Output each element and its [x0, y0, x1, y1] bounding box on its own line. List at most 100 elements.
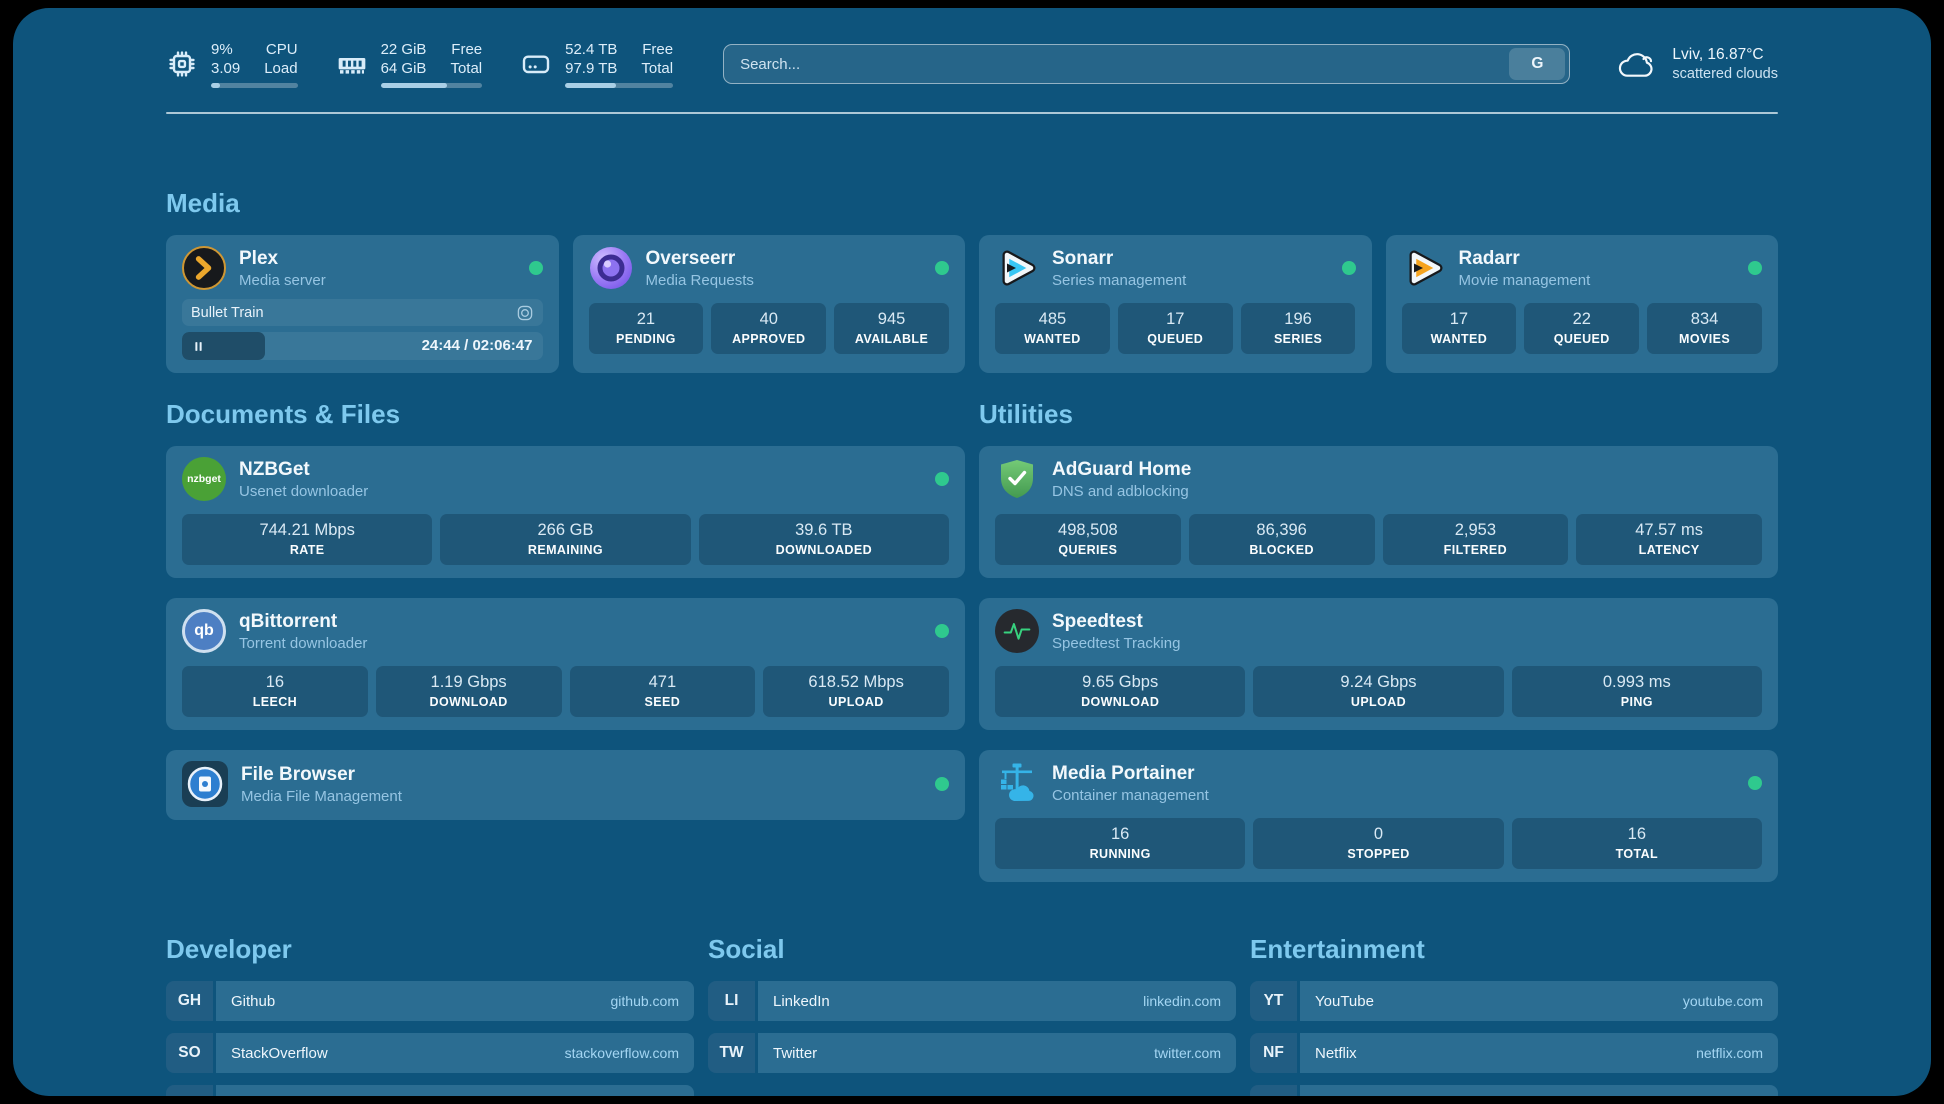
portainer-icon — [995, 761, 1039, 805]
storage-free-value: 52.4 TB — [565, 40, 617, 59]
service-card-nzbget[interactable]: nzbget NZBGet Usenet downloader 744.21 M… — [166, 446, 965, 578]
bookmark-abbr: TW — [708, 1033, 755, 1073]
stat-box: 618.52 MbpsUPLOAD — [763, 666, 949, 717]
now-playing-title: Bullet Train — [191, 305, 264, 321]
storage-free-label: Free — [641, 40, 673, 59]
stat-box: 86,396BLOCKED — [1189, 514, 1375, 565]
stat-box: 40APPROVED — [711, 303, 826, 354]
bookmark-youtube[interactable]: YT YouTubeyoutube.com — [1250, 981, 1778, 1021]
playback-progress-bar[interactable]: 24:44 / 02:06:47 — [182, 332, 543, 360]
speedtest-icon — [995, 609, 1039, 653]
status-dot — [1748, 776, 1762, 790]
stat-box: 21PENDING — [589, 303, 704, 354]
bookmark-netflix[interactable]: NF Netflixnetflix.com — [1250, 1033, 1778, 1073]
bookmark-dev[interactable]: DT DEVdev.to — [166, 1085, 694, 1096]
service-name: NZBGet — [239, 458, 368, 481]
bookmark-name: LinkedIn — [773, 993, 830, 1010]
service-name: Plex — [239, 247, 326, 270]
service-desc: Media File Management — [241, 787, 402, 806]
bookmark-domain: twitter.com — [1154, 1045, 1221, 1061]
status-dot — [935, 261, 949, 275]
bookmark-domain: netflix.com — [1696, 1045, 1763, 1061]
status-dot — [935, 777, 949, 791]
service-card-qbittorrent[interactable]: qb qBittorrent Torrent downloader 16LEEC… — [166, 598, 965, 730]
stat-box: 16TOTAL — [1512, 818, 1762, 869]
service-name: qBittorrent — [239, 610, 367, 633]
search-provider-button[interactable]: G — [1509, 48, 1565, 80]
section-utilities: Utilities AdGuard Home DNS and adblockin… — [979, 399, 1778, 882]
stat-box: 16LEECH — [182, 666, 368, 717]
service-card-adguard[interactable]: AdGuard Home DNS and adblocking 498,508Q… — [979, 446, 1778, 578]
bookmark-github[interactable]: GH Githubgithub.com — [166, 981, 694, 1021]
now-playing-widget: Bullet Train 24:44 / 02:06:47 — [182, 299, 543, 360]
bookmark-stackoverflow[interactable]: SO StackOverflowstackoverflow.com — [166, 1033, 694, 1073]
nzbget-icon: nzbget — [182, 457, 226, 501]
service-card-portainer[interactable]: Media Portainer Container management 16R… — [979, 750, 1778, 882]
service-card-sonarr[interactable]: Sonarr Series management 485WANTED 17QUE… — [979, 235, 1372, 373]
storage-widget: 52.4 TB 97.9 TB Free Total — [520, 40, 673, 88]
stat-box: 17WANTED — [1402, 303, 1517, 354]
stat-box: 9.65 GbpsDOWNLOAD — [995, 666, 1245, 717]
service-desc: Movie management — [1459, 271, 1591, 290]
stat-box: 0.993 msPING — [1512, 666, 1762, 717]
bookmarks-social: Social LI LinkedIn linkedin.com TW Twitte… — [708, 934, 1236, 1096]
memory-icon — [336, 48, 368, 80]
bookmarks-entertainment: Entertainment YT YouTubeyoutube.com NF N… — [1250, 934, 1778, 1096]
service-name: Speedtest — [1052, 610, 1180, 633]
qbittorrent-icon: qb — [182, 609, 226, 653]
service-card-speedtest[interactable]: Speedtest Speedtest Tracking 9.65 GbpsDO… — [979, 598, 1778, 730]
cpu-widget: 9% 3.09 CPU Load — [166, 40, 298, 88]
weather-widget: Lviv, 16.87°C scattered clouds — [1614, 44, 1778, 84]
section-title-social: Social — [708, 934, 1236, 965]
bookmark-linkedin[interactable]: LI LinkedIn linkedin.com — [708, 981, 1236, 1021]
resource-widgets: 9% 3.09 CPU Load — [166, 40, 673, 88]
stat-box: 9.24 GbpsUPLOAD — [1253, 666, 1503, 717]
section-documents: Documents & Files nzbget NZBGet Usenet d… — [166, 399, 965, 820]
stat-box: 47.57 msLATENCY — [1576, 514, 1762, 565]
status-dot — [935, 624, 949, 638]
disk-icon — [520, 48, 552, 80]
service-desc: Media server — [239, 271, 326, 290]
service-desc: Container management — [1052, 786, 1209, 805]
status-dot — [1342, 261, 1356, 275]
bookmark-twitter[interactable]: TW Twitter twitter.com — [708, 1033, 1236, 1073]
top-bar: 9% 3.09 CPU Load — [166, 8, 1778, 88]
service-card-radarr[interactable]: Radarr Movie management 17WANTED 22QUEUE… — [1386, 235, 1779, 373]
service-name: File Browser — [241, 763, 402, 786]
bookmark-domain: linkedin.com — [1143, 993, 1221, 1009]
service-card-filebrowser[interactable]: File Browser Media File Management — [166, 750, 965, 820]
radarr-icon — [1402, 246, 1446, 290]
section-title-documents: Documents & Files — [166, 399, 965, 430]
bookmark-domain: github.com — [611, 993, 679, 1009]
service-desc: Usenet downloader — [239, 482, 368, 501]
bookmark-abbr: LI — [708, 981, 755, 1021]
cpu-load-value: 3.09 — [211, 59, 240, 78]
bookmark-abbr: GH — [166, 981, 213, 1021]
adguard-icon — [995, 457, 1039, 501]
service-card-overseerr[interactable]: Overseerr Media Requests 21PENDING 40APP… — [573, 235, 966, 373]
stat-box: 39.6 TBDOWNLOADED — [699, 514, 949, 565]
cpu-load-label: Load — [264, 59, 297, 78]
cpu-usage-label: CPU — [264, 40, 297, 59]
pause-icon — [191, 339, 206, 354]
memory-free-value: 22 GiB — [381, 40, 427, 59]
memory-total-label: Total — [450, 59, 482, 78]
storage-total-label: Total — [641, 59, 673, 78]
search-input[interactable] — [740, 56, 1509, 73]
service-name: Media Portainer — [1052, 762, 1209, 785]
service-name: Sonarr — [1052, 247, 1186, 270]
bookmark-name: Twitter — [773, 1045, 817, 1062]
bookmark-reddit[interactable]: RE Redditreddit.com — [1250, 1085, 1778, 1096]
service-card-plex[interactable]: Plex Media server Bullet Train — [166, 235, 559, 373]
section-title-developer: Developer — [166, 934, 694, 965]
status-dot — [1748, 261, 1762, 275]
storage-total-value: 97.9 TB — [565, 59, 617, 78]
memory-progress-bar — [381, 83, 483, 88]
service-name: Radarr — [1459, 247, 1591, 270]
bookmarks-developer: Developer GH Githubgithub.com SO StackOv… — [166, 934, 694, 1096]
stat-box: 945AVAILABLE — [834, 303, 949, 354]
service-desc: Speedtest Tracking — [1052, 634, 1180, 653]
search-bar[interactable]: G — [723, 44, 1570, 84]
stat-box: 498,508QUERIES — [995, 514, 1181, 565]
service-name: AdGuard Home — [1052, 458, 1191, 481]
